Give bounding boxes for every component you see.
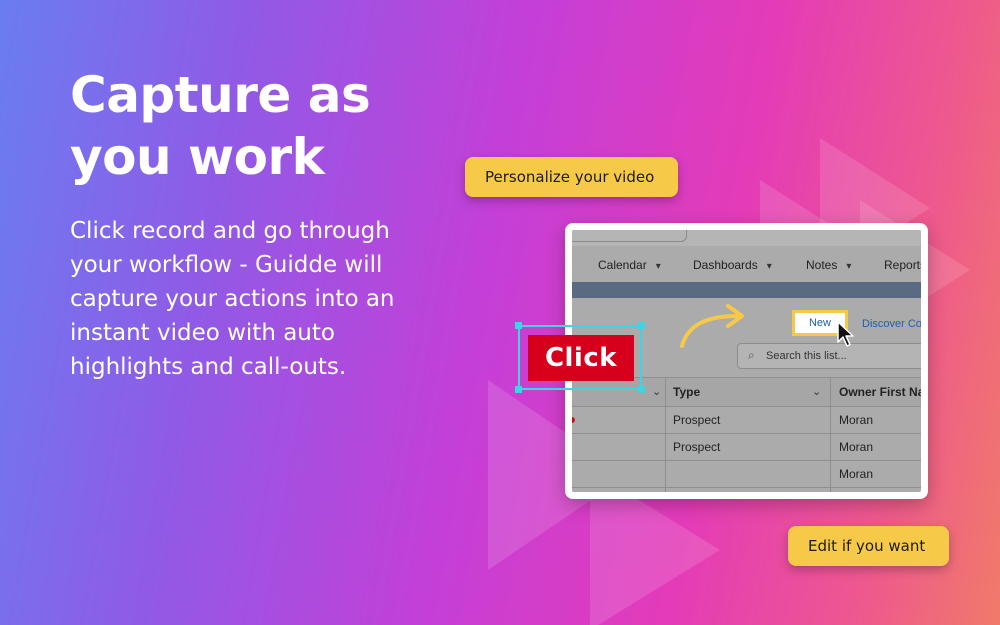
resize-handle[interactable]: [638, 322, 645, 329]
edit-callout: Edit if you want: [788, 526, 949, 566]
nav-item-label: Notes: [806, 258, 838, 272]
chevron-down-icon: ▾: [655, 261, 661, 272]
cell-owner: Moran: [839, 440, 874, 454]
nav-item-dashboards[interactable]: Dashboards ▾: [693, 258, 772, 272]
discover-button[interactable]: Discover Co: [862, 318, 921, 330]
click-callout: Click: [528, 335, 634, 381]
search-placeholder: Search this list...: [766, 350, 847, 362]
chevron-down-icon: ▾: [766, 261, 772, 272]
column-header-type[interactable]: Type: [673, 385, 700, 399]
table-row[interactable]: Moran: [572, 461, 921, 488]
resize-handle[interactable]: [515, 386, 522, 393]
top-strip: [572, 230, 921, 246]
chevron-down-icon[interactable]: ⌄: [812, 385, 821, 398]
table-row[interactable]: Prospect Moran: [572, 407, 921, 434]
browser-tab-shape: [572, 230, 687, 242]
hero-description: Click record and go through your workflo…: [70, 218, 395, 380]
personalize-video-callout: Personalize your video: [465, 157, 678, 197]
column-header-owner[interactable]: Owner First Na: [839, 385, 921, 399]
cursor-icon: [837, 321, 854, 347]
cell-owner: Moran: [839, 467, 874, 481]
nav-item-label: Calendar: [598, 258, 647, 272]
nav-item-calendar[interactable]: Calendar ▾: [598, 258, 661, 272]
app-nav-bar: Calendar ▾ Dashboards ▾ Notes ▾ Reports: [572, 252, 921, 280]
nav-item-label: Dashboards: [693, 258, 758, 272]
hero-title: Capture as you work: [70, 66, 371, 186]
search-list-input[interactable]: ⌕ Search this list...: [737, 343, 921, 369]
resize-handle[interactable]: [638, 386, 645, 393]
resize-handle[interactable]: [515, 322, 522, 329]
table-row[interactable]: Prospect Moran: [572, 434, 921, 461]
nav-item-label: Reports: [884, 258, 921, 272]
curved-arrow-icon: [680, 304, 744, 348]
nav-item-notes[interactable]: Notes ▾: [806, 258, 851, 272]
chevron-down-icon: ▾: [846, 261, 852, 272]
cell-type: Prospect: [673, 440, 721, 454]
cell-owner: Moran: [839, 413, 874, 427]
chevron-down-icon[interactable]: ⌄: [652, 385, 661, 398]
row-indicator: [572, 417, 575, 423]
nav-item-reports[interactable]: Reports: [884, 258, 921, 272]
cell-type: Prospect: [673, 413, 721, 427]
